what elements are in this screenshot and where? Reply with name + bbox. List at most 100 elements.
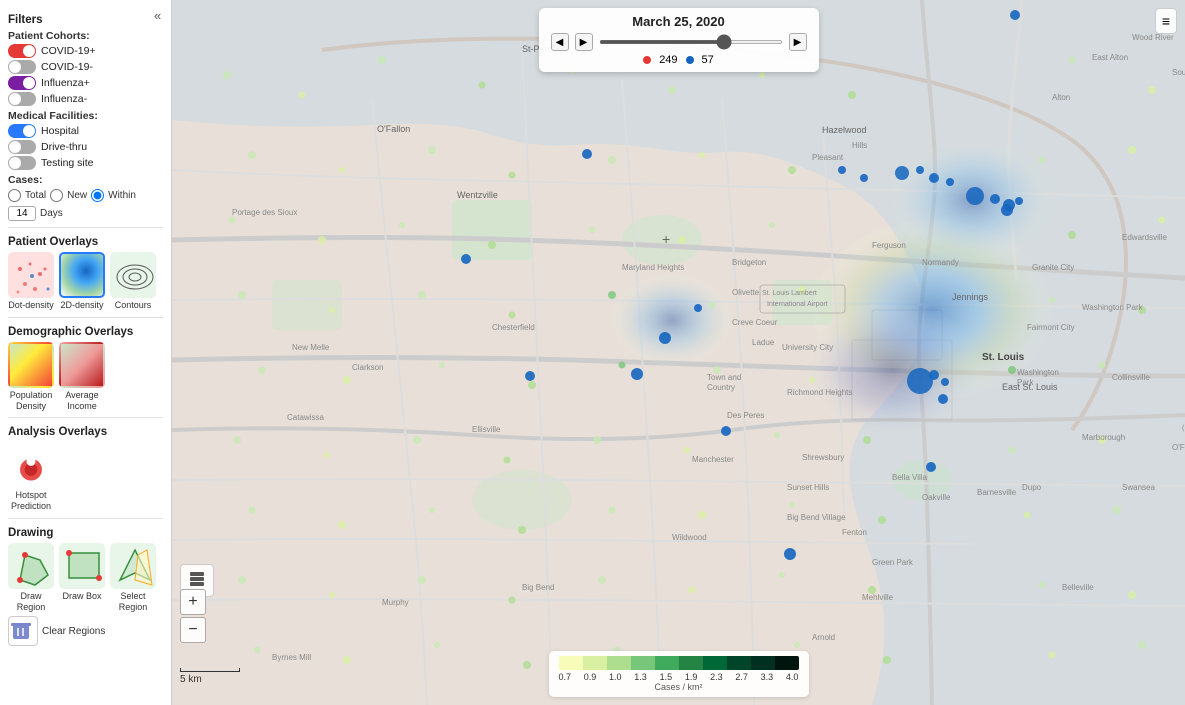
population-density-image	[8, 342, 54, 388]
timeline-slider[interactable]	[599, 40, 783, 44]
svg-text:Town and: Town and	[707, 373, 741, 382]
testing-site-toggle[interactable]	[8, 156, 36, 170]
zoom-controls: + −	[180, 589, 206, 645]
svg-text:Portage des Sioux: Portage des Sioux	[232, 208, 297, 217]
testing-site-label: Testing site	[41, 157, 94, 169]
drive-thru-toggle[interactable]	[8, 140, 36, 154]
cases-new-radio[interactable]	[50, 189, 63, 202]
covid-neg-dot	[686, 56, 694, 64]
divider-4	[8, 518, 163, 519]
svg-text:Collinsville: Collinsville	[1112, 373, 1150, 382]
covid-pos-toggle[interactable]	[8, 44, 36, 58]
hotspot-prediction-image	[8, 442, 54, 488]
svg-text:Bridgeton: Bridgeton	[732, 258, 766, 267]
hospital-toggle[interactable]	[8, 124, 36, 138]
covid-neg-toggle-row: COVID-19-	[8, 60, 163, 74]
contours-thumb[interactable]: Contours	[110, 252, 156, 311]
count-legend-row: 249 57	[551, 54, 807, 66]
influenza-neg-toggle-row: Influenza-	[8, 92, 163, 106]
draw-box-thumb[interactable]: Draw Box	[59, 543, 105, 613]
svg-text:Big Bend: Big Bend	[522, 583, 554, 592]
svg-text:Mehlville: Mehlville	[862, 593, 894, 602]
patient-overlays-title: Patient Overlays	[8, 236, 163, 248]
map-container[interactable]: St-Peters O'Fallon Wentzville Hazelwood …	[172, 0, 1185, 705]
2d-density-thumb[interactable]: 2D-density	[59, 252, 105, 311]
patient-cohorts-label: Patient Cohorts:	[8, 30, 163, 42]
svg-text:Catawissa: Catawissa	[287, 413, 324, 422]
average-income-label: Average Income	[59, 390, 105, 412]
analysis-overlays-grid: Hotspot Prediction	[8, 442, 163, 512]
collapse-button[interactable]: «	[154, 8, 161, 23]
svg-text:Des Peres: Des Peres	[727, 411, 764, 420]
svg-text:Park: Park	[1017, 378, 1034, 387]
svg-text:Alton: Alton	[1052, 93, 1070, 102]
svg-text:Wildwood: Wildwood	[672, 533, 707, 542]
svg-text:Sunset Hills: Sunset Hills	[787, 483, 829, 492]
dot-density-thumb[interactable]: Dot-density	[8, 252, 54, 311]
covid-pos-count: 249	[659, 54, 677, 66]
clear-regions-row: Clear Regions	[8, 616, 163, 646]
draw-region-label: Draw Region	[8, 591, 54, 613]
hotspot-prediction-thumb[interactable]: Hotspot Prediction	[8, 442, 54, 512]
zoom-in-button[interactable]: +	[180, 589, 206, 615]
draw-box-image	[59, 543, 105, 589]
color-legend: 0.7 0.9 1.0 1.3 1.5 1.9 2.3 2.7 3.3 4.0 …	[549, 651, 809, 697]
2d-density-image	[59, 252, 105, 298]
svg-text:Richmond Heights: Richmond Heights	[787, 388, 852, 397]
draw-region-thumb[interactable]: Draw Region	[8, 543, 54, 613]
population-density-thumb[interactable]: Population Density	[8, 342, 54, 412]
influenza-neg-toggle[interactable]	[8, 92, 36, 106]
svg-text:Byrnes Mill: Byrnes Mill	[272, 653, 311, 662]
divider-1	[8, 227, 163, 228]
svg-text:Maryland Heights: Maryland Heights	[622, 263, 684, 272]
sidebar: « Filters Patient Cohorts: COVID-19+ COV…	[0, 0, 172, 705]
draw-box-label: Draw Box	[62, 591, 101, 602]
covid-neg-toggle[interactable]	[8, 60, 36, 74]
testing-site-toggle-row: Testing site	[8, 156, 163, 170]
drive-thru-toggle-row: Drive-thru	[8, 140, 163, 154]
cases-within-radio[interactable]	[91, 189, 104, 202]
timeline-next-button[interactable]: ▶	[575, 33, 593, 51]
svg-text:Marborough: Marborough	[1082, 433, 1125, 442]
svg-text:Murphy: Murphy	[382, 598, 409, 607]
patient-overlays-grid: Dot-density 2D-density Contours	[8, 252, 163, 311]
cases-days-label: Days	[40, 208, 63, 219]
cases-within-label: Within	[108, 190, 136, 201]
svg-text:Wentzville: Wentzville	[457, 190, 498, 200]
timeline-prev-button[interactable]: ◀	[551, 33, 569, 51]
svg-text:Ferguson: Ferguson	[872, 241, 906, 250]
svg-text:Belleville: Belleville	[1062, 583, 1094, 592]
dot-density-image	[8, 252, 54, 298]
legend-unit: Cases / km²	[559, 682, 799, 692]
color-gradient	[559, 656, 799, 670]
hospital-label: Hospital	[41, 125, 79, 137]
svg-text:International Airport: International Airport	[767, 301, 828, 308]
svg-text:Big Bend Village: Big Bend Village	[787, 513, 846, 522]
play-button[interactable]: ▶	[789, 33, 807, 51]
hospital-toggle-row: Hospital	[8, 124, 163, 138]
svg-text:Swansea: Swansea	[1122, 483, 1155, 492]
svg-text:Jennings: Jennings	[952, 292, 989, 302]
zoom-out-button[interactable]: −	[180, 617, 206, 643]
menu-button[interactable]: ≡	[1155, 8, 1177, 34]
svg-text:Ladue: Ladue	[752, 338, 775, 347]
svg-text:Granite City: Granite City	[1032, 263, 1074, 272]
covid-pos-label: COVID-19+	[41, 45, 96, 57]
svg-text:University City: University City	[782, 343, 833, 352]
covid-pos-toggle-row: COVID-19+	[8, 44, 163, 58]
svg-text:O'Fallon: O'Fallon	[1172, 443, 1185, 452]
covid-neg-label: COVID-19-	[41, 61, 93, 73]
select-region-thumb[interactable]: Select Region	[110, 543, 156, 613]
influenza-pos-label: Influenza+	[41, 77, 90, 89]
svg-text:Oakville: Oakville	[922, 493, 951, 502]
average-income-thumb[interactable]: Average Income	[59, 342, 105, 412]
influenza-pos-toggle[interactable]	[8, 76, 36, 90]
clear-regions-label[interactable]: Clear Regions	[42, 626, 105, 638]
cases-total-radio[interactable]	[8, 189, 21, 202]
demographic-overlays-title: Demographic Overlays	[8, 326, 163, 338]
cases-within-input[interactable]	[8, 206, 36, 221]
svg-text:Clarkson: Clarkson	[352, 363, 384, 372]
svg-text:Creve Coeur: Creve Coeur	[732, 318, 778, 327]
svg-text:Barnesville: Barnesville	[977, 488, 1017, 497]
scale-bar: 5 km	[180, 668, 240, 685]
